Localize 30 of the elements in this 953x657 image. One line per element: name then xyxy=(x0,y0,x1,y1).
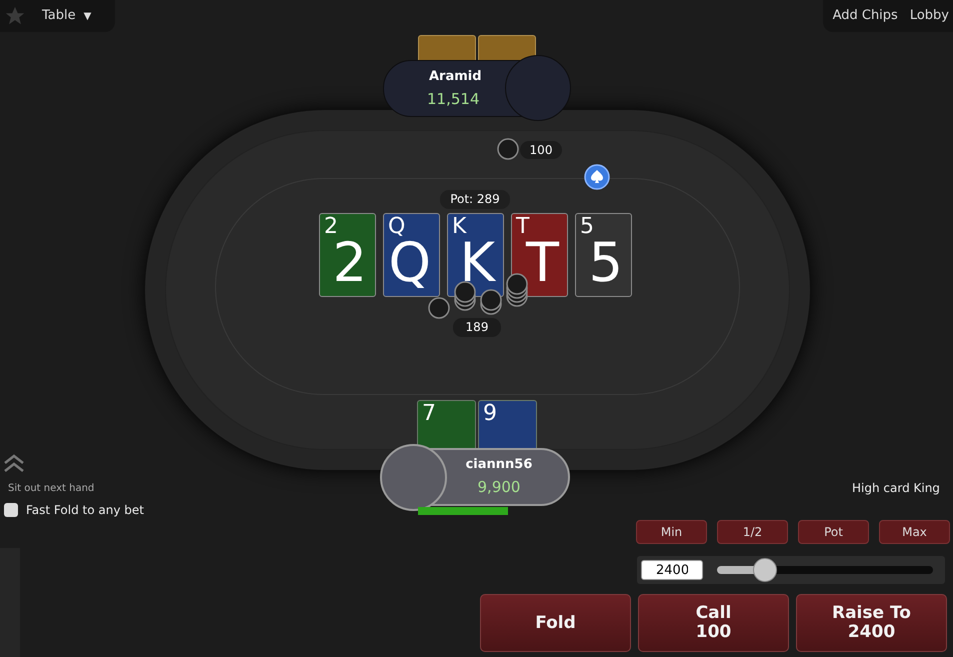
bet-preset-button[interactable]: Pot xyxy=(798,520,869,544)
player-stack: 9,900 xyxy=(478,477,520,498)
player-name: ciannn56 xyxy=(466,456,532,474)
chips-amount: 189 xyxy=(453,318,501,337)
chevron-up-icon[interactable] xyxy=(3,454,25,474)
fast-fold-checkbox[interactable] xyxy=(4,503,18,517)
bet-preset-button[interactable]: Min xyxy=(636,520,707,544)
card-rank: 9 xyxy=(483,401,497,427)
pot-label: Pot: 289 xyxy=(440,190,510,209)
fast-fold-label: Fast Fold to any bet xyxy=(26,502,144,519)
player-name: Aramid xyxy=(429,68,482,86)
bet-amount: 100 xyxy=(520,141,562,159)
chip-stack-icon xyxy=(497,138,519,160)
sit-out-label[interactable]: Sit out next hand xyxy=(8,481,94,496)
action-button[interactable]: Call 100 xyxy=(638,594,789,652)
table-menu[interactable]: Table ▼ xyxy=(42,6,92,26)
card-rank: 7 xyxy=(422,401,436,427)
action-button[interactable]: Fold xyxy=(480,594,631,652)
player-stack: 11,514 xyxy=(427,88,480,110)
hand-strength: High card King xyxy=(852,480,940,497)
bet-preset-button[interactable]: Max xyxy=(879,520,950,544)
top-link[interactable]: Lobby xyxy=(910,6,949,26)
bet-input[interactable]: 2400 xyxy=(641,560,703,580)
slider-thumb[interactable] xyxy=(752,558,777,582)
bet-slider[interactable] xyxy=(717,558,933,582)
bet-preset-button[interactable]: 1/2 xyxy=(717,520,788,544)
dealer-button-icon xyxy=(584,164,610,190)
action-button[interactable]: Raise To 2400 xyxy=(796,594,947,652)
star-icon[interactable] xyxy=(4,5,26,27)
top-link[interactable]: Add Chips xyxy=(832,6,898,26)
